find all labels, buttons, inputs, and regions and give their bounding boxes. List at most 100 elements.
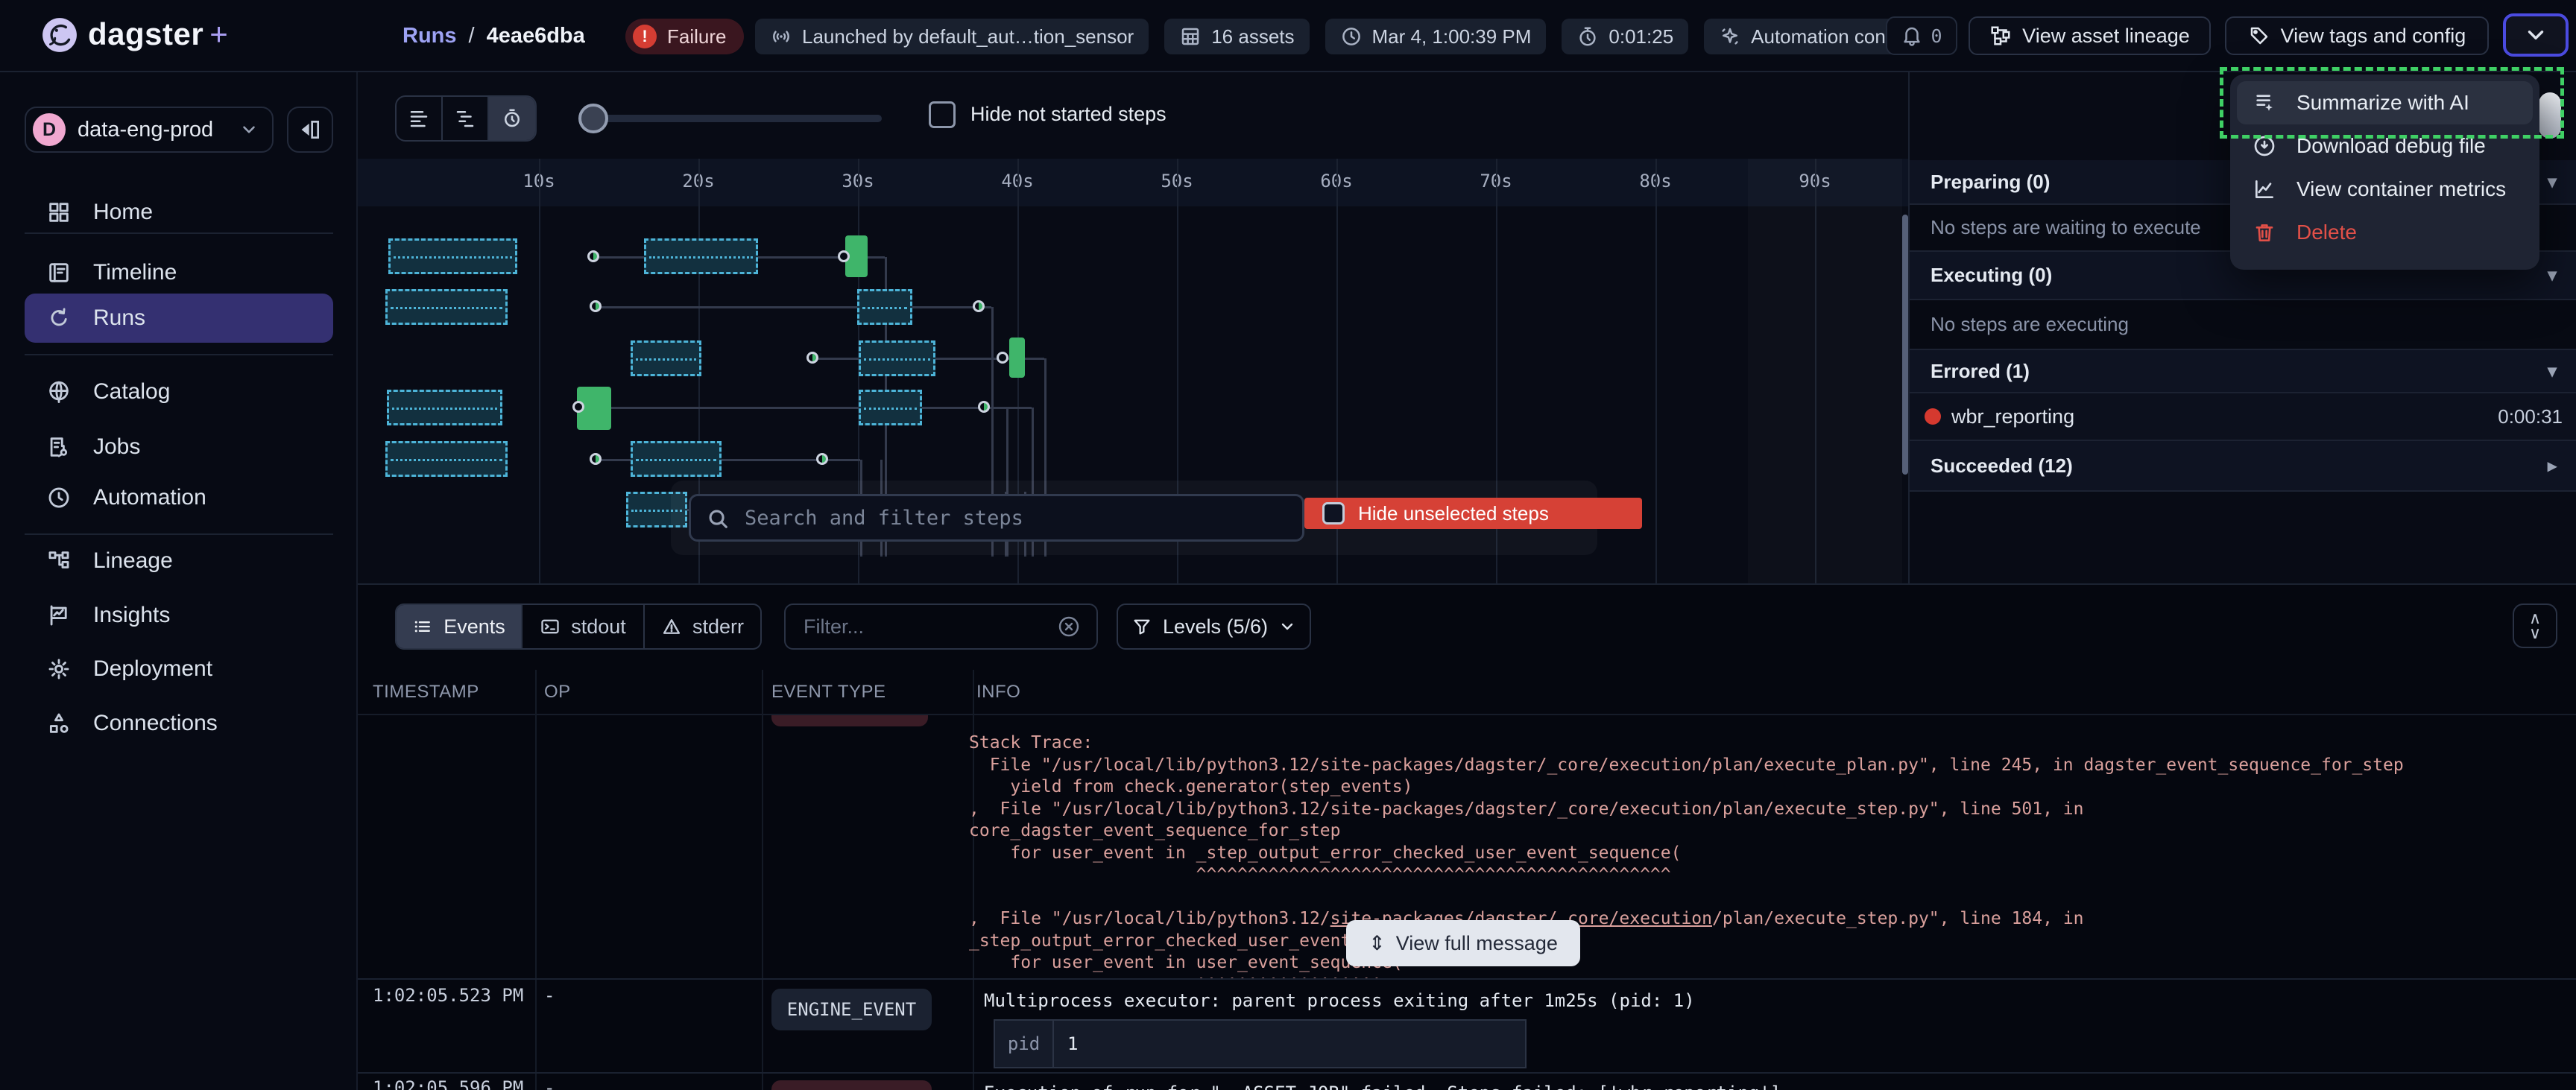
levels-filter-button[interactable]: Levels (5/6) [1117,603,1311,650]
events-table-header: TIMESTAMP OP EVENT TYPE INFO [358,670,2576,715]
run-tag[interactable]: 0:01:25 [1562,19,1688,54]
insights-icon [45,603,72,628]
event-type-badge[interactable]: RUN_FAILURE [771,1080,932,1090]
notifications-button[interactable]: 0 [1886,16,1957,55]
expand-log-panel-button[interactable]: ∧∨ [2513,603,2557,648]
row-divider [358,1072,2576,1074]
gridline [539,159,540,583]
run-actions-menu-button[interactable] [2503,13,2569,57]
log-tabs: Eventsstdoutstderr [395,603,762,650]
gantt-out-of-range-region [1748,159,1902,583]
gridline [1655,159,1657,583]
sidebar-item-home[interactable]: Home [25,188,333,237]
step-bar-dotted-line [864,358,930,361]
tab-events[interactable]: Events [397,605,523,648]
step-bar-dotted-line [649,256,753,259]
sidebar-item-automation[interactable]: Automation [25,473,333,522]
run-tag[interactable]: Mar 4, 1:00:39 PM [1325,19,1547,54]
section-chevron-icon: ▾ [2548,171,2557,193]
sidebar-item-label: Insights [93,603,170,628]
home-icon [45,200,72,225]
run-tag[interactable]: Launched by default_aut…tion_sensor [755,19,1149,54]
sidebar-item-catalog[interactable]: Catalog [25,367,333,416]
view-tags-and-config-button[interactable]: View tags and config [2225,16,2489,55]
dependency-marker [978,401,990,413]
stopwatch-icon [1576,25,1599,48]
dependency-line [1025,358,1044,360]
timed-view-button[interactable] [489,97,535,140]
sidebar-divider [25,533,333,535]
breadcrumb-runs-link[interactable]: Runs [402,24,457,48]
assets-grid-icon [1179,25,1202,48]
partially-hidden-button [2539,92,2561,139]
notification-count: 0 [1931,25,1942,47]
collapse-sidebar-button[interactable] [287,107,333,153]
step-name: wbr_reporting [1951,405,2074,428]
automation-icon [1719,25,1741,48]
gantt-scrollbar[interactable] [1902,215,1908,475]
event-type-badge[interactable]: ENGINE_EVENT [771,989,932,1030]
deployment-switcher[interactable]: D data-eng-prod [25,107,274,153]
step-bar-not-started[interactable] [387,390,502,425]
step-bar-not-started[interactable] [385,441,508,477]
dependency-marker [590,453,602,465]
sidebar-item-label: Automation [93,485,206,510]
step-bar-not-started[interactable] [385,289,508,325]
step-bar-not-started[interactable] [859,390,922,425]
event-timestamp: 1:02:05.523 PM [373,985,523,1006]
step-bar-not-started[interactable] [644,238,758,274]
sidebar-item-timeline[interactable]: Timeline [25,248,333,297]
column-op: OP [544,682,571,703]
view-asset-lineage-button[interactable]: View asset lineage [1969,16,2211,55]
gantt-zoom-slider-handle[interactable] [578,104,608,133]
warning-icon [661,616,682,637]
sidebar-item-jobs[interactable]: Jobs [25,422,333,472]
chevron-down-icon [239,120,259,139]
section-chevron-icon: ▾ [2548,361,2557,382]
menu-item-view-container-metrics[interactable]: View container metrics [2237,168,2533,211]
brand-wordmark[interactable]: dagster+ [88,16,228,52]
tab-stdout[interactable]: stdout [523,605,645,648]
sidebar-item-runs[interactable]: Runs [25,294,333,343]
column-timestamp: TIMESTAMP [373,682,479,703]
hide-not-started-checkbox[interactable] [929,101,956,128]
step-search-input[interactable] [689,494,1304,542]
sidebar-item-insights[interactable]: Insights [25,591,333,640]
step-bar-not-started[interactable] [631,441,722,477]
gear-icon [45,656,72,682]
sidebar-item-connections[interactable]: Connections [25,699,333,748]
menu-item-download-debug-file[interactable]: Download debug file [2237,124,2533,168]
event-timestamp: 1:02:05.596 PM [373,1077,523,1090]
sidebar-item-label: Runs [93,305,145,331]
step-bar-not-started[interactable] [859,340,935,376]
sidebar-item-deployment[interactable]: Deployment [25,644,333,694]
step-bar-not-started[interactable] [631,340,701,376]
panel-step-row[interactable]: wbr_reporting0:00:31 [1910,393,2576,441]
step-bar-not-started[interactable] [388,238,517,274]
sidebar-item-lineage[interactable]: Lineage [25,536,333,586]
gantt-timeline-axis: 10s20s30s40s50s60s70s80s90s [358,159,1908,206]
clear-filter-icon[interactable] [1057,615,1081,639]
panel-section-title: Preparing (0) [1931,171,2050,194]
panel-section-header[interactable]: Errored (1)▾ [1910,350,2576,393]
dependency-marker [838,250,850,262]
view-full-message-button[interactable]: ⇕ View full message [1346,920,1580,966]
sidebar-item-label: Catalog [93,379,170,405]
panel-section-header[interactable]: Succeeded (12)▸ [1910,441,2576,492]
step-bar-not-started[interactable] [857,289,912,325]
menu-item-label: View container metrics [2296,177,2506,201]
run-tag[interactable]: 16 assets [1164,19,1309,54]
tab-stderr[interactable]: stderr [645,605,760,648]
hide-unselected-checkbox[interactable] [1322,502,1345,525]
waterfall-view-button[interactable] [443,97,489,140]
log-filter-input[interactable] [784,603,1098,650]
menu-item-label: Delete [2296,221,2357,244]
menu-item-summarize-with-ai[interactable]: Summarize with AI [2237,81,2533,124]
step-bar-succeeded[interactable] [1009,338,1025,378]
sidebar-item-label: Home [93,200,153,225]
column-event-type: EVENT TYPE [771,682,886,703]
flat-view-button[interactable] [397,97,443,140]
gantt-zoom-slider[interactable] [581,115,882,122]
brand-name: dagster [88,16,203,51]
menu-item-delete[interactable]: Delete [2237,211,2533,254]
